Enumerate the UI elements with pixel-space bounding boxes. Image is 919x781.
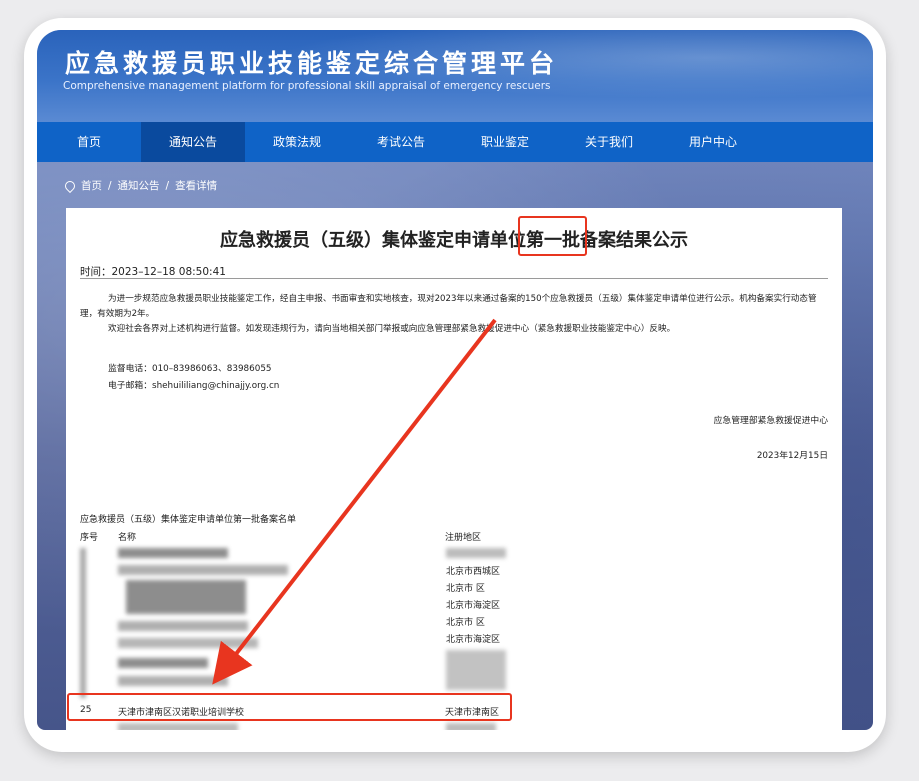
list-caption: 应急救援员（五级）集体鉴定申请单位第一批备案名单: [80, 515, 297, 525]
breadcrumb-section[interactable]: 通知公告: [118, 178, 160, 193]
redacted-name: [126, 580, 246, 614]
main-nav: 首页 通知公告 政策法规 考试公告 职业鉴定 关于我们 用户中心: [37, 122, 873, 162]
nav-exam-notices[interactable]: 考试公告: [349, 122, 453, 162]
redacted-name: [118, 676, 228, 686]
column-header-region: 注册地区: [445, 533, 482, 543]
breadcrumb-separator: /: [108, 179, 112, 192]
location-pin-icon: [62, 178, 78, 193]
breadcrumb-separator: /: [165, 179, 170, 192]
region-cell: 北京市海淀区: [446, 601, 501, 611]
issue-date: 2023年12月15日: [756, 451, 828, 461]
issuing-organization: 应急管理部紧急救援促进中心: [713, 416, 828, 426]
redacted-name: [118, 548, 228, 558]
article-panel: 应急救援员（五级）集体鉴定申请单位第一批备案结果公示 时间：2023–12–18…: [66, 208, 842, 730]
highlight-box-first-batch: [518, 216, 587, 256]
nav-home[interactable]: 首页: [37, 122, 141, 162]
column-header-no: 序号: [80, 533, 99, 543]
nav-user-center[interactable]: 用户中心: [661, 122, 765, 162]
column-header-name: 名称: [118, 533, 137, 543]
contact-email: 电子邮箱：shehuililiang@chinajjy.org.cn: [108, 381, 280, 391]
breadcrumb-home[interactable]: 首页: [81, 178, 102, 193]
breadcrumb: 首页 / 通知公告 / 查看详情: [62, 178, 218, 193]
nav-policies[interactable]: 政策法规: [245, 122, 349, 162]
redacted-name: [118, 621, 248, 631]
site-header: 应急救援员职业技能鉴定综合管理平台 Comprehensive manageme…: [37, 30, 873, 122]
highlight-box-row-25: [67, 693, 512, 721]
redacted-name: [118, 565, 288, 575]
region-cell: 北京市西城区: [446, 567, 501, 577]
supervision-phone: 监督电话：010–83986063、83986055: [108, 364, 272, 374]
browser-screen: 应急救援员职业技能鉴定综合管理平台 Comprehensive manageme…: [37, 30, 873, 730]
redacted-row-numbers: [80, 548, 86, 698]
breadcrumb-current: 查看详情: [175, 180, 218, 192]
article-paragraph-1: 为进一步规范应急救援员职业技能鉴定工作，经自主申报、书面审查和实地核查，现对20…: [80, 294, 817, 319]
nav-notices[interactable]: 通知公告: [141, 122, 245, 162]
article-paragraph-2: 欢迎社会各界对上述机构进行监督。如发现违规行为，请向当地相关部门举报或向应急管理…: [108, 324, 676, 334]
site-subtitle: Comprehensive management platform for pr…: [63, 80, 551, 92]
site-title: 应急救援员职业技能鉴定综合管理平台: [65, 49, 559, 78]
redacted-region: [446, 650, 506, 690]
region-cell: 北京市 区: [446, 618, 485, 628]
redacted-name: [118, 638, 258, 648]
redacted-name: [118, 723, 238, 730]
nav-about[interactable]: 关于我们: [557, 122, 661, 162]
redacted-name: [118, 658, 208, 668]
redacted-region: [446, 548, 506, 558]
title-divider: [80, 278, 828, 279]
redacted-region: [446, 723, 496, 730]
publish-time: 时间：2023–12–18 08:50:41: [80, 266, 226, 278]
nav-appraisal[interactable]: 职业鉴定: [453, 122, 557, 162]
article-title: 应急救援员（五级）集体鉴定申请单位第一批备案结果公示: [220, 230, 688, 251]
region-cell: 北京市海淀区: [446, 635, 501, 645]
region-cell: 北京市 区: [446, 584, 485, 594]
